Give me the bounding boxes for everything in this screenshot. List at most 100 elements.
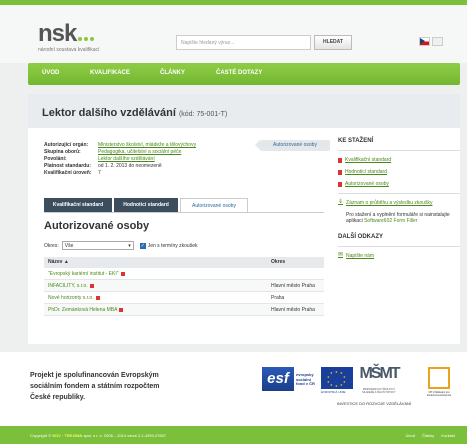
row-name-link[interactable]: "Evropský kariérní institut - EKI"	[44, 268, 267, 279]
column-header-name[interactable]: Název ▲	[44, 257, 267, 268]
download-label: Autorizované osoby	[345, 181, 389, 187]
title-band: Lektor dalšího vzdělávání (kód: 75-001-T…	[28, 94, 460, 128]
district-select-value: Vše	[64, 243, 74, 249]
copyright: Copyright © NÚV · TREXIMA spol. s r. o. …	[30, 433, 166, 438]
downloads-title: KE STAŽENÍ	[338, 138, 374, 144]
row-name-link[interactable]: Nové horizonty s.r.o.	[44, 292, 267, 303]
footer-bar: Copyright © NÚV · TREXIMA spol. s r. o. …	[0, 426, 467, 444]
page-title-text: Lektor dalšího vzdělávání	[42, 107, 176, 119]
copyright-brand-link[interactable]: NÚV · TREXIMA	[52, 433, 82, 438]
info-row: Skupina oborů: Pedagogika, učitelství a …	[44, 149, 196, 156]
download-autorizovane-osoby[interactable]: Autorizované osoby	[338, 181, 460, 187]
row-name-text: PhDr. Zemánková Helena MBA	[48, 307, 118, 313]
info-value-link[interactable]: Ministerstvo školství, mládeže a tělovýc…	[98, 142, 196, 149]
info-row: Autorizující orgán: Ministerstvo školstv…	[44, 142, 196, 149]
table-row: PhDr. Zemánková Helena MBA Hlavní město …	[44, 304, 324, 316]
language-switcher	[419, 37, 445, 55]
search-input[interactable]: Napište hledaný výraz...	[176, 35, 311, 50]
record-note: Pro stažení a vyplnění formuláře si nain…	[346, 212, 460, 224]
exam-dates-checkbox[interactable]: ✓	[139, 242, 146, 249]
main-nav: ÚVOD KVALIFIKACE ČLÁNKY ČASTÉ DOTAZY	[28, 63, 460, 85]
footer-link-kontakt[interactable]: Kontakt	[441, 433, 455, 438]
logo-text: nsk	[38, 20, 77, 47]
info-value-link[interactable]: Pedagogika, učitelství a sociální péče	[98, 149, 181, 156]
info-label: Skupina oborů:	[44, 149, 81, 155]
nav-item-clanky[interactable]: ČLÁNKY	[160, 70, 185, 76]
row-name-text: Nové horizonty s.r.o.	[48, 295, 94, 301]
info-label: Povolání:	[44, 156, 67, 162]
czech-flag-icon[interactable]	[419, 37, 430, 46]
main-content: Lektor dalšího vzdělávání (kód: 75-001-T…	[28, 94, 460, 344]
table-row: "Evropský kariérní institut - EKI"	[44, 268, 324, 280]
table-row: INFACILITY, s.r.o. Hlavní město Praha	[44, 280, 324, 292]
sidebar-divider	[338, 246, 460, 247]
esf-text: evropský sociální fond v ČR	[296, 372, 315, 386]
row-name-text: "Evropský kariérní institut - EKI"	[48, 271, 119, 277]
tab-hodnotici-standard[interactable]: Hodnoticí standard	[114, 198, 178, 212]
other-links-title: DALŠÍ ODKAZY	[338, 234, 383, 240]
opvk-logo	[428, 367, 450, 389]
exam-dates-checkbox-label[interactable]: Jen s termíny zkoušek	[148, 243, 198, 249]
pdf-icon	[338, 158, 342, 163]
footer-links: Úvod Články Kontakt	[400, 433, 455, 438]
info-value: od 1. 2. 2013 do neomezeně	[98, 163, 162, 169]
sidebar: KE STAŽENÍ Kvalifikační standard Hodnoti…	[338, 138, 460, 265]
opvk-text: OP Vzdělávání pro konkurenceschopnost	[426, 391, 452, 397]
tab-autorizovane-osoby[interactable]: Autorizované osoby	[180, 198, 248, 212]
page-title-code: (kód: 75-001-T)	[178, 111, 228, 118]
info-row: Platnost standardu: od 1. 2. 2013 do neo…	[44, 163, 196, 170]
contact-us-link[interactable]: ✉ Napište nám	[338, 252, 460, 259]
row-district: Hlavní město Praha	[271, 283, 315, 289]
info-label: Platnost standardu:	[44, 163, 91, 169]
download-exam-record[interactable]: ⇓ Záznam o průběhu a výsledku zkoušky	[338, 199, 460, 206]
footer-link-clanky[interactable]: Články	[422, 433, 434, 438]
footer-info: Projekt je spolufinancován Evropským soc…	[0, 352, 467, 426]
copyright-prefix: Copyright ©	[30, 433, 52, 438]
authorized-persons-button[interactable]: Autorizované osoby	[255, 140, 330, 151]
authorized-persons-table: Název ▲ Okres "Evropský kariérní institu…	[44, 257, 324, 316]
esf-logo: esf	[262, 367, 294, 391]
district-select[interactable]: Vše ▾	[61, 241, 134, 250]
row-name-text: INFACILITY, s.r.o.	[48, 283, 88, 289]
qualification-info: Autorizující orgán: Ministerstvo školstv…	[44, 142, 196, 177]
calendar-icon	[89, 283, 94, 288]
row-name-link[interactable]: INFACILITY, s.r.o.	[44, 280, 267, 291]
info-label: Kvalifikační úroveň:	[44, 170, 92, 176]
sidebar-divider	[338, 150, 460, 151]
footer-link-uvod[interactable]: Úvod	[406, 433, 415, 438]
download-kvalifikacni-standard[interactable]: Kvalifikační standard	[338, 157, 460, 163]
investment-text: INVESTICE DO ROZVOJE VZDĚLÁVÁNÍ	[336, 401, 412, 406]
calendar-icon	[95, 295, 100, 300]
page-title: Lektor dalšího vzdělávání (kód: 75-001-T…	[42, 107, 227, 119]
filter-bar: Okres: Vše ▾ ✓ Jen s termíny zkoušek	[44, 241, 197, 250]
download-hodnotici-standard[interactable]: Hodnoticí standard	[338, 169, 460, 175]
form-filler-link[interactable]: Software602 Form Filler	[364, 218, 417, 224]
nav-item-kvalifikace[interactable]: KVALIFIKACE	[90, 70, 130, 76]
info-value-link[interactable]: Lektor dalšího vzdělávání	[98, 156, 155, 163]
nav-item-uvod[interactable]: ÚVOD	[42, 70, 59, 76]
pdf-icon	[338, 170, 342, 175]
chevron-down-icon: ▾	[128, 243, 131, 249]
english-flag-icon[interactable]	[432, 37, 443, 46]
tab-kvalifikacni-standard[interactable]: Kvalifikační standard	[44, 198, 112, 212]
info-value: 7	[98, 170, 101, 176]
download-label: Kvalifikační standard	[345, 157, 392, 163]
row-district: Hlavní město Praha	[271, 307, 315, 313]
project-funding-text: Projekt je spolufinancován Evropským soc…	[30, 372, 160, 401]
contact-us-label: Napište nám	[346, 253, 375, 259]
info-row: Kvalifikační úroveň: 7	[44, 170, 196, 177]
nav-item-caste-dotazy[interactable]: ČASTÉ DOTAZY	[216, 70, 262, 76]
row-name-link[interactable]: PhDr. Zemánková Helena MBA	[44, 304, 267, 315]
site-logo[interactable]: nsk národní soustava kvalifikací	[38, 20, 99, 54]
calendar-icon	[119, 307, 124, 312]
column-header-district[interactable]: Okres	[267, 257, 324, 268]
info-label: Autorizující orgán:	[44, 142, 89, 148]
table-row: Nové horizonty s.r.o. Praha	[44, 292, 324, 304]
search-button[interactable]: HLEDAT	[314, 35, 352, 50]
logo-dots-icon	[78, 28, 96, 46]
row-district	[267, 268, 324, 279]
msmt-text: MINISTERSTVO ŠKOLSTVÍ, MLÁDEŽE A TĚLOVÝC…	[362, 388, 396, 394]
eu-flag-icon: ★ ★ ★ ★ ★ ★ ★ ★ ★ ★	[321, 367, 353, 389]
info-row: Povolání: Lektor dalšího vzdělávání	[44, 156, 196, 163]
calendar-icon	[120, 271, 125, 276]
